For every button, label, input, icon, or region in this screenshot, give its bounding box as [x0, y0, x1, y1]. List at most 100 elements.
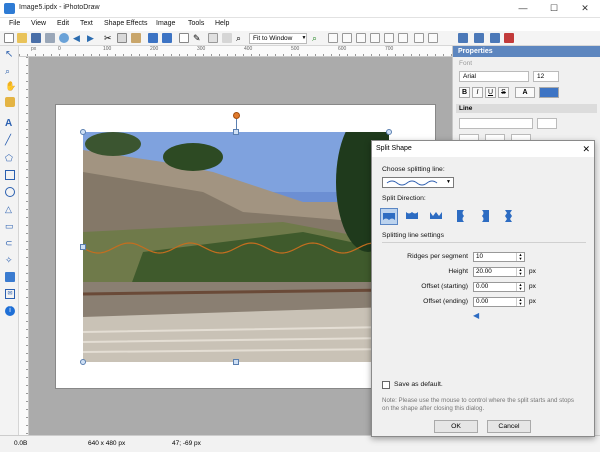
split-down-wave-button[interactable]	[380, 208, 398, 225]
resize-handle[interactable]	[80, 244, 86, 250]
align-center-icon[interactable]	[342, 33, 352, 43]
undo-icon[interactable]: ◀	[73, 33, 83, 43]
distribute-icon[interactable]	[414, 33, 424, 43]
font-color-button[interactable]: A	[515, 87, 535, 98]
callout-tool-icon[interactable]: ▭	[5, 221, 15, 231]
ellipse-tool-icon[interactable]	[5, 187, 15, 197]
menu-text[interactable]: Text	[80, 20, 93, 27]
polygon-tool-icon[interactable]: ⬠	[5, 153, 15, 163]
resize-handle[interactable]	[80, 129, 86, 135]
zoom-select[interactable]: Fit to Window	[249, 33, 307, 44]
layout-grid-icon[interactable]	[458, 33, 468, 43]
menu-file[interactable]: File	[9, 20, 20, 27]
spinner-icon[interactable]: ▲ ▼	[516, 283, 524, 291]
align-top-icon[interactable]	[370, 33, 380, 43]
split-right-wave-button[interactable]	[477, 208, 495, 225]
rotate-handle[interactable]	[233, 112, 240, 119]
minimize-button[interactable]: —	[514, 2, 532, 15]
resize-handle[interactable]	[80, 359, 86, 365]
align-left-icon[interactable]	[328, 33, 338, 43]
cancel-button[interactable]: Cancel	[487, 420, 531, 433]
split-shape-dialog: Split Shape ✕ Choose splitting line: ▼ S…	[371, 140, 595, 437]
underline-button[interactable]: U	[485, 87, 496, 98]
height-input[interactable]: 20.00 ▲ ▼	[473, 267, 525, 277]
crop-icon[interactable]	[179, 33, 189, 43]
font-name-select[interactable]: Arial	[459, 71, 529, 82]
mail-tool-icon[interactable]: ✉	[5, 289, 15, 299]
italic-button[interactable]: I	[472, 87, 483, 98]
settings-label: Splitting line settings	[382, 232, 444, 239]
shape-tool-icon[interactable]: ⊂	[5, 238, 15, 248]
resize-handle[interactable]	[233, 359, 239, 365]
brush-icon[interactable]: ✎	[193, 33, 203, 43]
pan-tool-icon[interactable]: ✋	[5, 81, 16, 91]
select-tool-icon[interactable]: ↖	[5, 50, 15, 60]
menu-image[interactable]: Image	[156, 20, 175, 27]
save-icon[interactable]	[31, 33, 41, 43]
rotate-right-icon[interactable]	[162, 33, 172, 43]
fill-tool-icon[interactable]	[5, 97, 15, 107]
menu-view[interactable]: View	[31, 20, 46, 27]
group-icon[interactable]	[428, 33, 438, 43]
new-icon[interactable]	[4, 33, 14, 43]
zoom-in-icon[interactable]: ⌕	[312, 33, 322, 43]
window-icon[interactable]	[490, 33, 500, 43]
info-tool-icon[interactable]: i	[5, 306, 15, 316]
ok-button[interactable]: OK	[434, 420, 478, 433]
menu-help[interactable]: Help	[215, 20, 229, 27]
print-icon[interactable]	[45, 33, 55, 43]
splitting-line-select[interactable]: ▼	[382, 177, 454, 188]
save-default-checkbox[interactable]	[382, 381, 390, 389]
star-tool-icon[interactable]: ✧	[5, 255, 15, 265]
strike-button[interactable]: S	[498, 87, 509, 98]
dialog-close-icon[interactable]: ✕	[582, 141, 590, 157]
ridges-input[interactable]: 10 ▲ ▼	[473, 252, 525, 262]
open-icon[interactable]	[17, 33, 27, 43]
spinner-icon[interactable]: ▲ ▼	[516, 268, 524, 276]
close-button[interactable]: ✕	[576, 2, 594, 15]
menu-tools[interactable]: Tools	[188, 20, 204, 27]
text-tool-icon[interactable]: A	[5, 119, 15, 129]
ruler-label: 100	[103, 46, 112, 52]
line-tool-icon[interactable]: ╱	[5, 136, 15, 146]
menu-edit[interactable]: Edit	[57, 20, 69, 27]
offset-start-input[interactable]: 0.00 ▲ ▼	[473, 282, 525, 292]
line-style-select[interactable]	[459, 118, 533, 129]
paste-icon[interactable]	[131, 33, 141, 43]
offset-end-input[interactable]: 0.00 ▲ ▼	[473, 297, 525, 307]
align-middle-icon[interactable]	[384, 33, 394, 43]
rotate-left-icon[interactable]	[148, 33, 158, 43]
web-icon[interactable]	[59, 33, 69, 43]
align-bottom-icon[interactable]	[398, 33, 408, 43]
resize-handle[interactable]	[386, 129, 392, 135]
split-up-wave-button[interactable]	[404, 208, 422, 225]
align-right-icon[interactable]	[356, 33, 366, 43]
image-tool-icon[interactable]	[5, 272, 15, 282]
cut-icon[interactable]: ✂	[104, 33, 114, 43]
split-crown-button[interactable]	[428, 208, 446, 225]
redo-icon[interactable]: ▶	[87, 33, 97, 43]
line-dash-select[interactable]	[537, 118, 557, 129]
split-left-wave-button[interactable]	[453, 208, 471, 225]
spinner-icon[interactable]: ▲ ▼	[516, 298, 524, 306]
maximize-button[interactable]: ☐	[545, 2, 563, 15]
zoom-tool-icon[interactable]: ⌕	[5, 66, 15, 76]
text-bg-button[interactable]	[539, 87, 559, 98]
adjust-icon[interactable]	[222, 33, 232, 43]
split-zigzag-button[interactable]	[501, 208, 519, 225]
zoom-out-icon[interactable]: ⌕	[236, 33, 246, 43]
chevron-down-icon[interactable]: ▼	[446, 178, 451, 187]
menu-shape-effects[interactable]: Shape Effects	[104, 20, 147, 27]
rectangle-tool-icon[interactable]	[5, 170, 15, 180]
font-size-select[interactable]: 12	[533, 71, 559, 82]
close-panel-icon[interactable]	[504, 33, 514, 43]
spinner-icon[interactable]: ▲ ▼	[516, 253, 524, 261]
bold-button[interactable]: B	[459, 87, 470, 98]
selected-photo[interactable]	[83, 132, 389, 362]
chevron-down-icon[interactable]: ▼	[300, 33, 308, 44]
triangle-tool-icon[interactable]: △	[5, 204, 15, 214]
resize-icon[interactable]	[208, 33, 218, 43]
menu-bar: File View Edit Text Shape Effects Image …	[0, 18, 600, 31]
panel-icon[interactable]	[474, 33, 484, 43]
copy-icon[interactable]	[117, 33, 127, 43]
